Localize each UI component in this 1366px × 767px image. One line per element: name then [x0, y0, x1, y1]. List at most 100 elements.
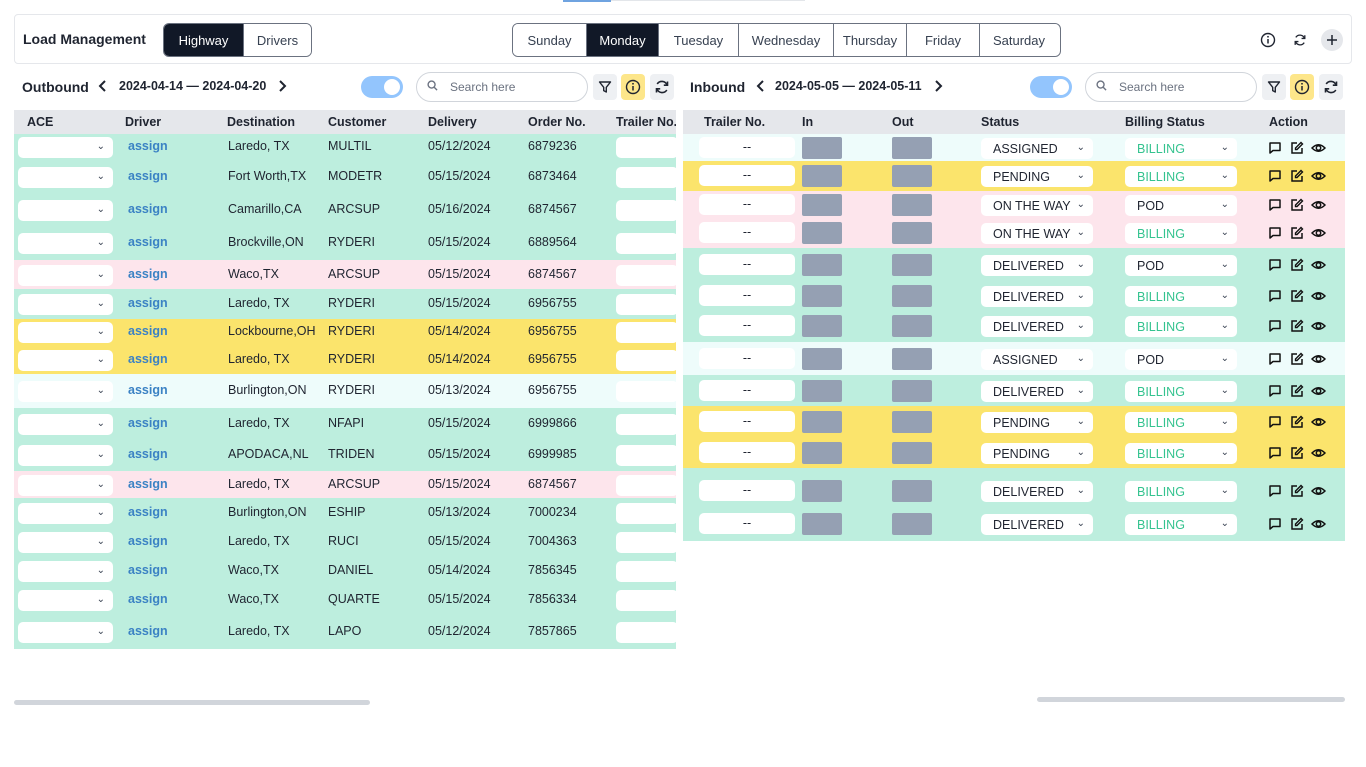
ace-select[interactable]: ⌄: [18, 590, 113, 611]
in-time-field[interactable]: [802, 194, 842, 216]
edit-icon[interactable]: [1288, 444, 1305, 461]
trailer-number-input[interactable]: [616, 200, 676, 221]
assign-driver-link[interactable]: assign: [128, 383, 168, 397]
col-delivery[interactable]: Delivery: [428, 115, 477, 129]
edit-icon[interactable]: [1288, 287, 1305, 304]
view-icon[interactable]: [1310, 196, 1327, 213]
outbound-refresh-icon[interactable]: [650, 74, 674, 100]
outbound-toggle[interactable]: [361, 76, 403, 98]
in-time-field[interactable]: [802, 513, 842, 535]
status-select[interactable]: DELIVERED ⌄: [981, 381, 1093, 402]
inbound-next-week-icon[interactable]: [933, 79, 947, 95]
trailer-number-input[interactable]: --: [699, 480, 795, 501]
status-select[interactable]: ON THE WAY ⌄: [981, 195, 1093, 216]
out-time-field[interactable]: [892, 285, 932, 307]
billing-status-select[interactable]: BILLING ⌄: [1125, 316, 1237, 337]
status-select[interactable]: DELIVERED ⌄: [981, 286, 1093, 307]
in-time-field[interactable]: [802, 442, 842, 464]
trailer-number-input[interactable]: [616, 233, 676, 254]
out-time-field[interactable]: [892, 442, 932, 464]
trailer-number-input[interactable]: [616, 622, 676, 643]
status-select[interactable]: DELIVERED ⌄: [981, 255, 1093, 276]
trailer-number-input[interactable]: [616, 322, 676, 343]
assign-driver-link[interactable]: assign: [128, 477, 168, 491]
comment-icon[interactable]: [1266, 482, 1283, 499]
col-trailer-no[interactable]: Trailer No.: [704, 115, 765, 129]
in-time-field[interactable]: [802, 315, 842, 337]
ace-select[interactable]: ⌄: [18, 322, 113, 343]
billing-status-select[interactable]: BILLING ⌄: [1125, 166, 1237, 187]
assign-driver-link[interactable]: assign: [128, 563, 168, 577]
outbound-horizontal-scrollbar[interactable]: [14, 700, 370, 705]
comment-icon[interactable]: [1266, 196, 1283, 213]
edit-icon[interactable]: [1288, 382, 1305, 399]
tab-wednesday[interactable]: Wednesday: [738, 24, 833, 56]
ace-select[interactable]: ⌄: [18, 622, 113, 643]
billing-status-select[interactable]: BILLING ⌄: [1125, 223, 1237, 244]
ace-select[interactable]: ⌄: [18, 532, 113, 553]
edit-icon[interactable]: [1288, 482, 1305, 499]
out-time-field[interactable]: [892, 411, 932, 433]
tab-thursday[interactable]: Thursday: [833, 24, 906, 56]
status-select[interactable]: PENDING ⌄: [981, 412, 1093, 433]
view-icon[interactable]: [1310, 287, 1327, 304]
trailer-number-input[interactable]: --: [699, 348, 795, 369]
comment-icon[interactable]: [1266, 287, 1283, 304]
edit-icon[interactable]: [1288, 256, 1305, 273]
ace-select[interactable]: ⌄: [18, 350, 113, 371]
assign-driver-link[interactable]: assign: [128, 505, 168, 519]
out-time-field[interactable]: [892, 222, 932, 244]
in-time-field[interactable]: [802, 137, 842, 159]
inbound-toggle[interactable]: [1030, 76, 1072, 98]
billing-status-select[interactable]: BILLING ⌄: [1125, 286, 1237, 307]
inbound-filter-icon[interactable]: [1262, 74, 1286, 100]
status-select[interactable]: DELIVERED ⌄: [981, 316, 1093, 337]
comment-icon[interactable]: [1266, 139, 1283, 156]
ace-select[interactable]: ⌄: [18, 503, 113, 524]
view-icon[interactable]: [1310, 413, 1327, 430]
inbound-search-input[interactable]: [1119, 80, 1237, 94]
outbound-next-week-icon[interactable]: [277, 79, 291, 95]
ace-select[interactable]: ⌄: [18, 137, 113, 158]
col-in[interactable]: In: [802, 115, 813, 129]
inbound-info-icon[interactable]: [1290, 74, 1314, 100]
view-icon[interactable]: [1310, 444, 1327, 461]
comment-icon[interactable]: [1266, 256, 1283, 273]
ace-select[interactable]: ⌄: [18, 414, 113, 435]
in-time-field[interactable]: [802, 165, 842, 187]
edit-icon[interactable]: [1288, 317, 1305, 334]
status-select[interactable]: PENDING ⌄: [981, 166, 1093, 187]
billing-status-select[interactable]: POD ⌄: [1125, 195, 1237, 216]
tab-saturday[interactable]: Saturday: [979, 24, 1058, 56]
col-ace[interactable]: ACE: [27, 115, 53, 129]
in-time-field[interactable]: [802, 222, 842, 244]
col-order-no[interactable]: Order No.: [528, 115, 586, 129]
trailer-number-input[interactable]: --: [699, 380, 795, 401]
assign-driver-link[interactable]: assign: [128, 624, 168, 638]
view-icon[interactable]: [1310, 350, 1327, 367]
view-icon[interactable]: [1310, 382, 1327, 399]
tab-highway[interactable]: Highway: [164, 24, 243, 56]
assign-driver-link[interactable]: assign: [128, 416, 168, 430]
assign-driver-link[interactable]: assign: [128, 324, 168, 338]
ace-select[interactable]: ⌄: [18, 561, 113, 582]
trailer-number-input[interactable]: --: [699, 254, 795, 275]
status-select[interactable]: DELIVERED ⌄: [981, 481, 1093, 502]
trailer-number-input[interactable]: --: [699, 137, 795, 158]
status-select[interactable]: ON THE WAY ⌄: [981, 223, 1093, 244]
comment-icon[interactable]: [1266, 350, 1283, 367]
comment-icon[interactable]: [1266, 224, 1283, 241]
outbound-prev-week-icon[interactable]: [98, 79, 112, 95]
plus-icon[interactable]: [1321, 29, 1343, 51]
ace-select[interactable]: ⌄: [18, 265, 113, 286]
edit-icon[interactable]: [1288, 350, 1305, 367]
out-time-field[interactable]: [892, 380, 932, 402]
trailer-number-input[interactable]: [616, 381, 676, 402]
refresh-icon[interactable]: [1289, 29, 1311, 51]
col-billing-status[interactable]: Billing Status: [1125, 115, 1205, 129]
out-time-field[interactable]: [892, 165, 932, 187]
trailer-number-input[interactable]: [616, 475, 676, 496]
billing-status-select[interactable]: BILLING ⌄: [1125, 514, 1237, 535]
ace-select[interactable]: ⌄: [18, 381, 113, 402]
out-time-field[interactable]: [892, 513, 932, 535]
